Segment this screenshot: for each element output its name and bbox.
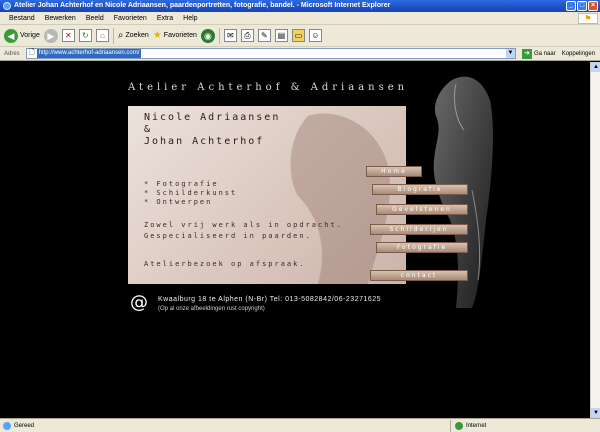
links-button[interactable]: Koppelingen (562, 51, 595, 57)
toolbar: ◀ Vorige ▶ ✕ ↻ ⌂ ⌕ Zoeken ★ Favorieten ◉… (0, 25, 600, 47)
copyright-notice: (Op al onze afbeeldingen rust copyright) (158, 306, 265, 312)
search-label: Zoeken (125, 32, 149, 39)
folder-button[interactable]: ▭ (291, 29, 305, 42)
favorites-button[interactable]: ★ Favorieten (153, 30, 197, 41)
window-titlebar: Atelier Johan Achterhof en Nicole Adriaa… (0, 0, 600, 12)
menu-help[interactable]: Help (178, 15, 202, 22)
forward-button[interactable]: ▶ (43, 28, 58, 43)
nav-schilderijen-button[interactable]: Schilderijen (370, 224, 468, 235)
home-button[interactable]: ⌂ (95, 29, 109, 42)
status-bar: Gereed Internet (0, 418, 600, 432)
minimize-button[interactable]: _ (566, 1, 576, 11)
mail-button[interactable]: ✉ (223, 29, 237, 42)
menu-bar: Bestand Bewerken Beeld Favorieten Extra … (0, 12, 600, 25)
status-text: Gereed (14, 422, 35, 429)
forward-arrow-icon: ▶ (43, 28, 58, 43)
owner-names: Nicole Adriaansen & Johan Achterhof (144, 112, 281, 147)
address-bar: Adres 🗋 http://www.achterhof-adriaansen.… (0, 47, 600, 61)
windows-logo-icon: ⚑ (578, 13, 598, 24)
menu-beeld[interactable]: Beeld (81, 15, 109, 22)
refresh-icon: ↻ (78, 29, 92, 42)
zone-text: Internet (466, 422, 487, 429)
at-symbol-icon: @ (130, 292, 148, 313)
scroll-up-icon[interactable]: ▲ (591, 62, 600, 72)
address-url: http://www.achterhof-adriaansen.com/ (36, 49, 142, 58)
folder-icon: ▭ (291, 29, 305, 42)
window-controls: _ □ × (566, 1, 598, 11)
window-title: Atelier Johan Achterhof en Nicole Adriaa… (14, 2, 391, 9)
page-status-icon (3, 421, 11, 430)
web-page: Atelier Achterhof & Adriaansen Nicole Ad… (0, 62, 590, 418)
go-button[interactable]: ➜ Ga naar (522, 48, 556, 59)
toolbar-separator (112, 27, 114, 44)
address-dropdown-icon[interactable]: ▼ (506, 49, 515, 58)
stop-icon: ✕ (61, 29, 75, 42)
messenger-icon: ☺ (308, 29, 322, 42)
messenger-button[interactable]: ☺ (308, 29, 322, 42)
edit-icon: ✎ (257, 29, 271, 42)
menu-favorieten[interactable]: Favorieten (109, 15, 152, 22)
address-input[interactable]: 🗋 http://www.achterhof-adriaansen.com/ ▼ (26, 48, 516, 59)
menu-extra[interactable]: Extra (152, 15, 178, 22)
service-item: * Ontwerpen (144, 198, 213, 206)
menu-bewerken[interactable]: Bewerken (40, 15, 81, 22)
horse-watermark-image (290, 113, 390, 284)
print-button[interactable]: ⎙ (240, 29, 254, 42)
favorites-label: Favorieten (163, 32, 197, 39)
nav-biografie-button[interactable]: Biografie (372, 184, 468, 195)
nav-gevelstenen-button[interactable]: Gevelstenen (376, 204, 468, 215)
service-item: * Schilderkunst (144, 189, 238, 197)
go-arrow-icon: ➜ (522, 48, 532, 59)
visit-text: Atelierbezoek op afspraak. (144, 260, 306, 268)
stop-button[interactable]: ✕ (61, 29, 75, 42)
back-arrow-icon: ◀ (4, 28, 18, 43)
search-icon: ⌕ (117, 30, 124, 41)
globe-icon (455, 421, 463, 430)
menu-bestand[interactable]: Bestand (4, 15, 40, 22)
scroll-down-icon[interactable]: ▼ (591, 408, 600, 418)
contact-address: Kwaalburg 18 te Alphen (N-Br) Tel: 013-5… (158, 296, 382, 303)
nav-home-button[interactable]: Home (366, 166, 422, 177)
star-icon: ★ (152, 30, 162, 41)
intro-panel: Nicole Adriaansen & Johan Achterhof * Fo… (128, 106, 406, 284)
security-zone: Internet (450, 419, 487, 432)
go-label: Ga naar (534, 50, 556, 57)
home-icon: ⌂ (95, 29, 109, 42)
ie-icon (3, 2, 11, 10)
status-main: Gereed (0, 421, 450, 430)
close-button[interactable]: × (588, 1, 598, 11)
description-text: Zowel vrij werk als in opdracht. Gespeci… (144, 221, 343, 240)
print-icon: ⎙ (240, 29, 254, 42)
address-label: Adres (4, 50, 20, 57)
discuss-button[interactable]: ▤ (274, 29, 288, 42)
back-button[interactable]: ◀ Vorige (4, 28, 40, 43)
nav-fotografie-button[interactable]: Fotografie (376, 242, 468, 253)
service-item: * Fotografie (144, 180, 219, 188)
site-title: Atelier Achterhof & Adriaansen (128, 82, 409, 93)
page-icon: 🗋 (29, 49, 35, 56)
refresh-button[interactable]: ↻ (78, 29, 92, 42)
maximize-button[interactable]: □ (577, 1, 587, 11)
toolbar-separator (218, 27, 220, 44)
nav-contact-button[interactable]: contact (370, 270, 468, 281)
edit-button[interactable]: ✎ (257, 29, 271, 42)
vertical-scrollbar[interactable]: ▲ ▼ (590, 62, 600, 418)
search-button[interactable]: ⌕ Zoeken (118, 30, 149, 41)
document-icon: ▤ (274, 29, 288, 42)
media-icon: ◉ (200, 28, 215, 43)
services-list: * Fotografie * Schilderkunst * Ontwerpen (144, 180, 237, 207)
media-button[interactable]: ◉ (200, 28, 215, 43)
back-label: Vorige (20, 32, 40, 39)
mail-icon: ✉ (223, 29, 237, 42)
